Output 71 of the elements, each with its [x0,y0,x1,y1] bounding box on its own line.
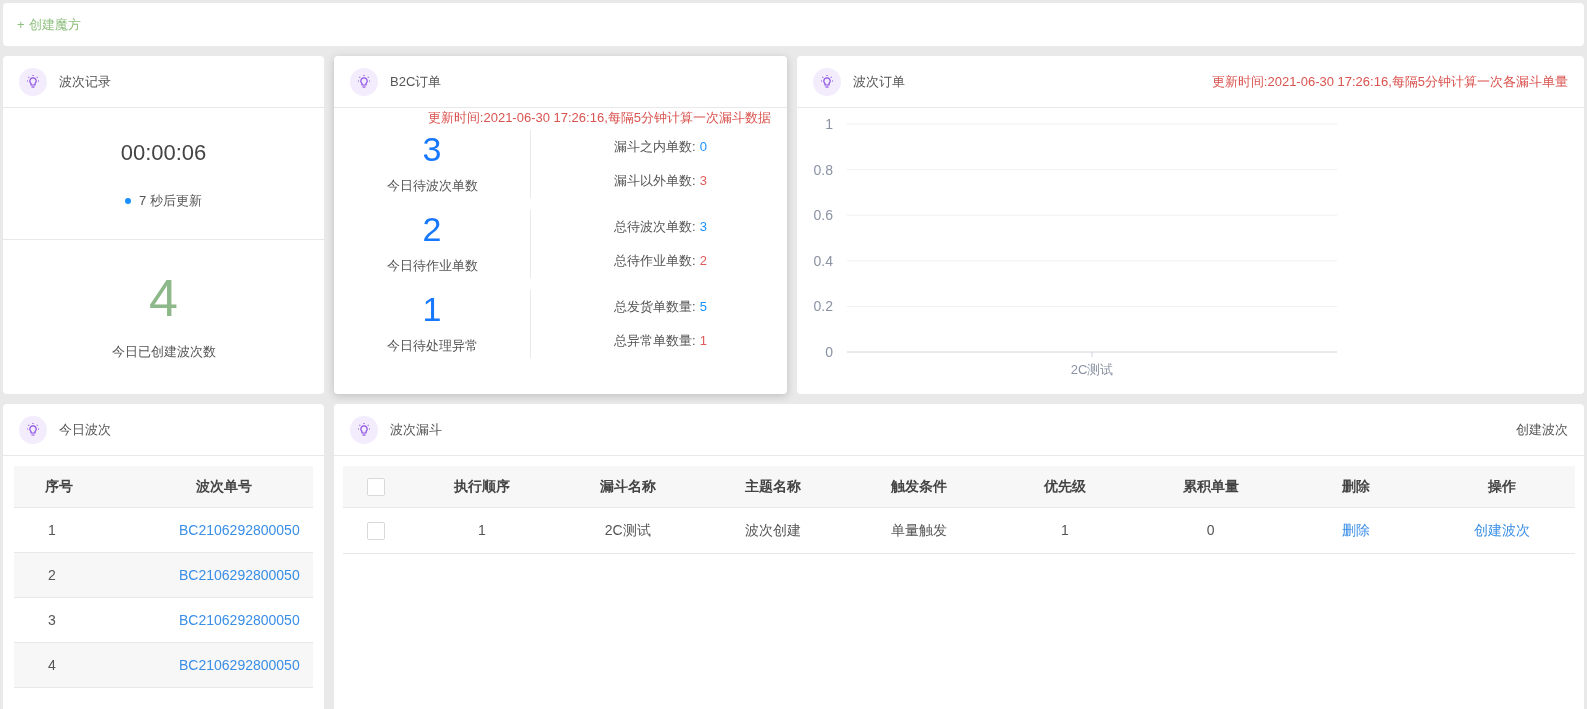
table-cell-text: 4 [47,655,57,675]
create-cube-button[interactable]: + 创建魔方 [17,14,81,35]
update-notice: 更新时间:2021-06-30 17:26:16,每隔5分钟计算一次各漏斗单量 [1211,72,1568,91]
card-title: 今日波次 [59,420,111,439]
axis-tick-label: 0.6 [813,207,833,224]
stat-label: 今日待波次单数 [386,176,478,195]
stat-label: 今日待处理异常 [386,336,478,355]
axis-category-label: 2C测试 [1070,362,1114,377]
column-header: 主题名称 [744,477,803,496]
card-title: B2C订单 [390,72,442,91]
wave-number-link[interactable]: BC2106292800050 [179,609,300,631]
stat-value: 1 [699,331,707,350]
update-notice: 更新时间:2021-06-30 17:26:16,每隔5分钟计算一次漏斗数据 [427,109,771,127]
lightbulb-icon [350,415,378,444]
lightbulb-icon [19,67,47,96]
table-cell-text: 3 [47,610,57,630]
stat-label: 总待作业单数: [614,251,696,270]
column-header: 漏斗名称 [598,477,657,496]
column-header: 波次单号 [194,477,253,496]
stat-value: 0 [699,138,707,156]
column-header: 触发条件 [890,477,949,496]
wave-count-label: 今日已创建波次数 [111,343,216,362]
axis-tick-label: 0.8 [813,161,833,178]
stat-number: 1 [422,291,442,326]
column-header: 序号 [44,477,74,496]
stat-value: 2 [699,251,707,270]
stat-label: 总异常单数量: [614,331,696,350]
axis-tick-label: 0 [825,344,833,360]
stat-value: 5 [699,298,707,316]
delete-link[interactable]: 删除 [1342,520,1371,541]
table-cell-text: 2 [47,565,57,585]
axis-tick-label: 0.2 [813,298,833,315]
wave-count: 4 [149,272,178,325]
table-cell-text: 1 [477,521,486,540]
wave-number-link[interactable]: BC2106292800050 [179,564,300,586]
stat-value: 3 [699,218,707,236]
table-cell-text: 1 [1060,521,1069,540]
lightbulb-icon [19,415,47,444]
create-wave-button[interactable]: 创建波次 [1516,419,1568,440]
axis-tick-label: 1 [825,116,833,132]
table-cell-text: 1 [47,520,57,540]
axis-tick-label: 0.4 [813,252,833,269]
stat-value: 3 [699,171,707,190]
stat-label: 漏斗以外单数: [614,171,696,190]
card-title: 波次记录 [59,72,111,91]
wave-number-link[interactable]: BC2106292800050 [179,654,300,676]
create-wave-link[interactable]: 创建波次 [1474,520,1531,541]
table-cell-text: 波次创建 [745,521,802,540]
table-cell-text: 0 [1206,521,1215,540]
stat-label: 总待波次单数: [614,218,696,236]
column-header: 优先级 [1042,477,1087,496]
stat-number: 2 [422,211,442,246]
checkbox[interactable] [367,477,385,496]
wave-number-link[interactable]: BC2106292800050 [179,519,300,541]
card-title: 波次漏斗 [390,420,442,439]
stat-number: 3 [422,131,442,166]
refresh-countdown: 7 秒后更新 [139,192,202,211]
checkbox[interactable] [367,521,385,540]
timer: 00:00:06 [120,139,207,168]
table-cell-text: 2C测试 [604,521,651,540]
lightbulb-icon [350,67,378,96]
column-header: 累积单量 [1181,477,1240,496]
stat-label: 今日待作业单数 [386,256,478,275]
lightbulb-icon [813,67,841,96]
stat-label: 漏斗之内单数: [614,138,696,156]
table-cell-text: 单量触发 [891,521,948,540]
card-title: 波次订单 [853,72,905,91]
column-header: 删除 [1341,477,1372,496]
column-header: 操作 [1487,477,1518,496]
stat-label: 总发货单数量: [614,298,696,316]
column-header: 执行顺序 [452,477,511,496]
